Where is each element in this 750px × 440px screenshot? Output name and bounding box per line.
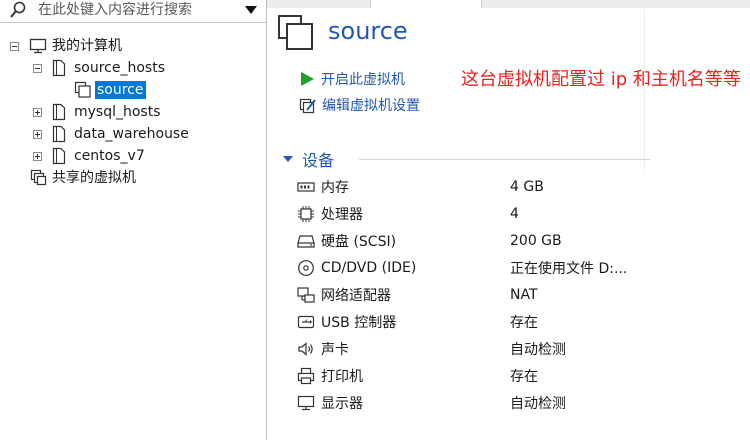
- power-on-vm-label: 开启此虚拟机: [321, 72, 405, 88]
- tree-node-data-warehouse[interactable]: data_warehouse: [33, 123, 189, 145]
- folder-icon: [52, 147, 66, 165]
- device-row-processor[interactable]: 处理器 4: [297, 203, 637, 225]
- virtual-machine-icon: [278, 15, 313, 50]
- tree-node-label: 我的计算机: [52, 38, 122, 54]
- edit-settings-icon: [299, 98, 316, 114]
- device-name: 打印机: [321, 369, 363, 385]
- sound-card-icon: [298, 342, 313, 356]
- cd-dvd-icon: [298, 260, 314, 276]
- tree-node-label: source: [95, 81, 146, 99]
- expand-toggle[interactable]: [33, 107, 42, 117]
- vm-title: source: [328, 17, 408, 45]
- device-value: 自动检测: [510, 342, 566, 358]
- network-adapter-icon: [297, 287, 315, 303]
- column-divider: [644, 10, 645, 170]
- device-row-usb-controller[interactable]: USB 控制器 存在: [297, 311, 637, 333]
- section-divider: [359, 159, 650, 160]
- tree-node-label: data_warehouse: [74, 126, 189, 142]
- tab-strip: [267, 0, 750, 8]
- power-on-vm-link[interactable]: 开启此虚拟机: [299, 69, 405, 89]
- vm-details-pane: source 开启此虚拟机 编辑虚拟机设置 这台虚拟机配置过 ip 和主机名等等…: [267, 0, 750, 440]
- device-row-display[interactable]: 显示器 自动检测: [297, 392, 637, 414]
- device-value: 4: [510, 206, 519, 222]
- tree-node-my-computer[interactable]: 我的计算机: [10, 35, 122, 57]
- device-row-printer[interactable]: 打印机 存在: [297, 365, 637, 387]
- computer-icon: [29, 38, 47, 54]
- library-pane: 我的计算机 source_hosts source: [0, 0, 267, 440]
- edit-vm-settings-link[interactable]: 编辑虚拟机设置: [299, 95, 420, 115]
- device-name: 处理器: [321, 207, 363, 223]
- expand-toggle[interactable]: [33, 129, 42, 139]
- device-row-memory[interactable]: 内存 4 GB: [297, 176, 637, 198]
- expand-toggle[interactable]: [33, 151, 42, 161]
- devices-section-header[interactable]: 设备: [283, 149, 650, 170]
- device-value: 正在使用文件 D:...: [510, 261, 628, 277]
- collapse-toggle[interactable]: [10, 41, 19, 51]
- tree-node-label: 共享的虚拟机: [52, 170, 136, 186]
- tree-node-mysql-hosts[interactable]: mysql_hosts: [33, 101, 161, 123]
- device-value: NAT: [510, 287, 538, 303]
- device-value: 200 GB: [510, 233, 562, 249]
- device-value: 存在: [510, 369, 538, 385]
- search-input[interactable]: [38, 1, 228, 19]
- device-value: 自动检测: [510, 396, 566, 412]
- shared-vms-icon: [30, 169, 47, 186]
- tree-node-centos-v7[interactable]: centos_v7: [33, 145, 145, 167]
- library-search-bar: [0, 0, 266, 23]
- device-row-cd-dvd[interactable]: CD/DVD (IDE) 正在使用文件 D:...: [297, 257, 637, 279]
- virtual-machine-icon: [74, 81, 91, 98]
- hard-disk-icon: [297, 235, 315, 248]
- folder-icon: [52, 125, 66, 143]
- device-name: 声卡: [321, 342, 349, 358]
- device-name: CD/DVD (IDE): [321, 260, 417, 276]
- annotation-note: 这台虚拟机配置过 ip 和主机名等等: [461, 69, 741, 90]
- tree-node-shared-vms[interactable]: 共享的虚拟机: [30, 167, 136, 189]
- printer-icon: [297, 367, 315, 385]
- search-icon[interactable]: [9, 1, 27, 19]
- tree-node-source-hosts[interactable]: source_hosts: [33, 57, 165, 79]
- device-name: 显示器: [321, 396, 363, 412]
- device-row-hard-disk[interactable]: 硬盘 (SCSI) 200 GB: [297, 230, 637, 252]
- folder-icon: [52, 103, 66, 121]
- tree-node-label: source_hosts: [74, 60, 166, 76]
- device-value: 存在: [510, 315, 538, 331]
- folder-icon: [52, 59, 66, 77]
- tree-node-source[interactable]: source: [74, 79, 146, 101]
- device-name: 内存: [321, 180, 349, 196]
- processor-icon: [298, 206, 314, 222]
- device-name: 网络适配器: [321, 288, 391, 304]
- collapse-toggle[interactable]: [33, 63, 42, 73]
- display-icon: [297, 395, 315, 411]
- memory-icon: [297, 182, 315, 192]
- tab-source[interactable]: [370, 0, 482, 8]
- device-name: USB 控制器: [321, 315, 397, 331]
- edit-vm-settings-label: 编辑虚拟机设置: [322, 98, 420, 114]
- device-name: 硬盘 (SCSI): [321, 234, 397, 250]
- devices-section-title: 设备: [302, 151, 335, 170]
- tree-node-label: mysql_hosts: [74, 104, 161, 120]
- device-row-sound-card[interactable]: 声卡 自动检测: [297, 338, 637, 360]
- tree-node-label: centos_v7: [74, 148, 145, 164]
- play-icon: [301, 72, 314, 86]
- chevron-down-icon[interactable]: [283, 155, 293, 163]
- device-row-network-adapter[interactable]: 网络适配器 NAT: [297, 284, 637, 306]
- device-value: 4 GB: [510, 179, 544, 195]
- chevron-down-icon[interactable]: [244, 4, 258, 16]
- usb-icon: [297, 315, 315, 329]
